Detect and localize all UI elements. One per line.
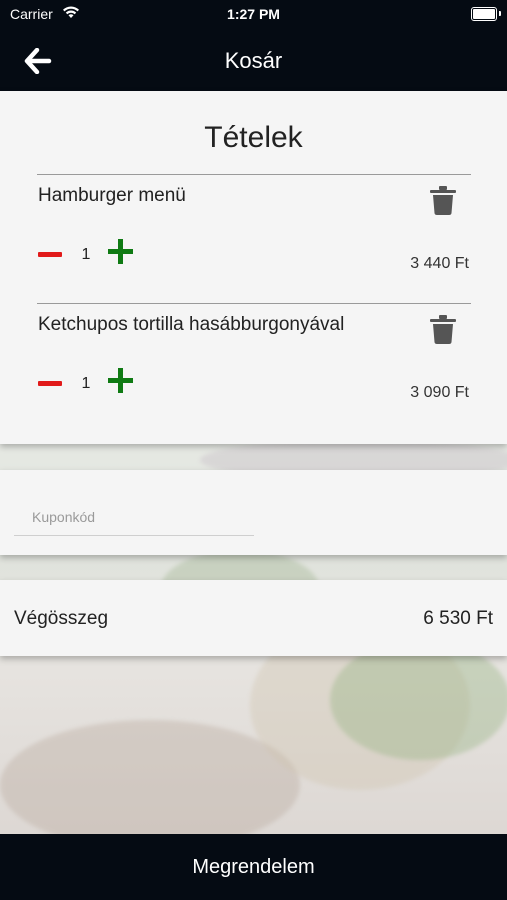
photo-shape xyxy=(0,720,300,835)
order-button[interactable]: Megrendelem xyxy=(0,834,507,900)
item-name: Ketchupos tortilla hasábburgonyával xyxy=(38,314,345,335)
status-bar: Carrier 1:27 PM xyxy=(0,0,507,30)
battery-tip xyxy=(499,11,501,16)
status-time: 1:27 PM xyxy=(227,6,280,22)
increase-quantity-button[interactable] xyxy=(108,368,134,394)
items-heading: Tételek xyxy=(204,121,303,154)
battery-icon xyxy=(471,7,497,21)
navigation-bar: Kosár xyxy=(0,30,507,91)
total-value: 6 530 Ft xyxy=(423,608,493,629)
coupon-input[interactable] xyxy=(14,498,254,536)
cart-items-card: Tételek Hamburger menü 1 3 440 Ft Ketchu… xyxy=(0,91,507,444)
cart-item: Hamburger menü 1 3 440 Ft xyxy=(0,175,507,303)
total-label: Végösszeg xyxy=(14,608,109,629)
total-card: Végösszeg 6 530 Ft xyxy=(0,580,507,656)
decrease-quantity-button[interactable] xyxy=(38,374,64,394)
item-name: Hamburger menü xyxy=(38,185,186,206)
increase-quantity-button[interactable] xyxy=(108,239,134,265)
trash-icon[interactable] xyxy=(430,314,456,344)
page-title: Kosár xyxy=(224,48,283,73)
item-quantity: 1 xyxy=(81,375,91,392)
item-price: 3 440 Ft xyxy=(410,255,469,272)
item-quantity: 1 xyxy=(81,246,91,263)
item-price: 3 090 Ft xyxy=(410,384,469,401)
cart-item: Ketchupos tortilla hasábburgonyával 1 3 … xyxy=(0,304,507,432)
trash-icon[interactable] xyxy=(430,185,456,215)
decrease-quantity-button[interactable] xyxy=(38,245,64,265)
coupon-card xyxy=(0,470,507,555)
photo-shape xyxy=(330,640,507,760)
